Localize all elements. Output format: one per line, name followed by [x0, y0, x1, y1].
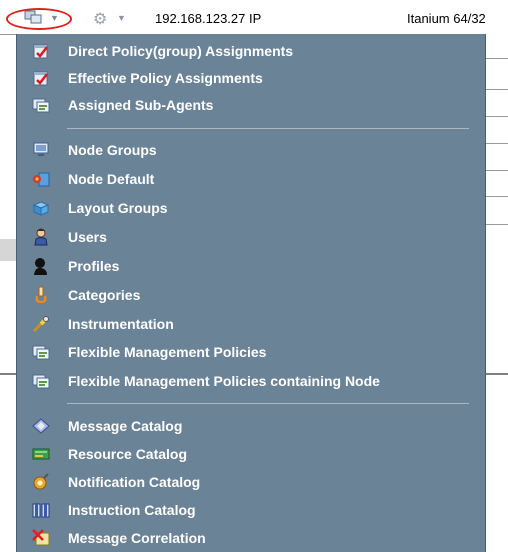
menu-item-label: Message Correlation: [68, 530, 206, 546]
divider: [486, 89, 508, 90]
divider: [0, 373, 16, 375]
menu-item-label: Flexible Management Policies: [68, 344, 267, 360]
menu-item-label: Assigned Sub-Agents: [68, 97, 214, 113]
menu-item-node-groups[interactable]: Node Groups: [17, 137, 485, 163]
menu-item-effective-policy-assignments[interactable]: Effective Policy Assignments: [17, 65, 485, 91]
layout-groups-icon: [32, 201, 50, 216]
menu-item-label: Flexible Management Policies containing …: [68, 373, 380, 389]
menu-item-label: Notification Catalog: [68, 474, 201, 490]
menu-item-profiles[interactable]: Profiles: [17, 253, 485, 279]
node-groups-icon: [33, 142, 49, 158]
divider: [486, 58, 508, 59]
node-ip-text: 192.168.123.27 IP: [155, 11, 262, 26]
flexible-policies-icon: [32, 345, 50, 360]
policy-check-icon: [33, 71, 48, 86]
menu-item-label: Effective Policy Assignments: [68, 70, 263, 86]
divider: [486, 373, 508, 375]
subagent-icon: [32, 98, 50, 113]
menu-item-label: Instruction Catalog: [68, 502, 196, 518]
menu-item-categories[interactable]: Categories: [17, 282, 485, 308]
profiles-icon: [34, 258, 47, 275]
node-icon: [24, 10, 42, 24]
node-default-icon: [33, 172, 50, 187]
menu-item-label: Layout Groups: [68, 200, 168, 216]
notification-catalog-icon: [33, 473, 49, 490]
node-table-row: ▼ ⚙ ▼ 192.168.123.27 IP Itanium 64/32: [0, 0, 508, 34]
flexible-policies-icon: [32, 374, 50, 389]
instruction-catalog-icon: [32, 503, 50, 518]
menu-item-message-catalog[interactable]: Message Catalog: [17, 413, 485, 439]
divider: [486, 116, 508, 117]
menu-item-node-default[interactable]: Node Default: [17, 166, 485, 192]
divider: [486, 196, 508, 197]
background-panel: [0, 239, 16, 261]
menu-item-label: Message Catalog: [68, 418, 183, 434]
instrumentation-icon: [32, 316, 49, 333]
menu-item-label: Instrumentation: [68, 316, 174, 332]
node-os-text: Itanium 64/32: [407, 11, 486, 26]
menu-item-flexible-management-policies[interactable]: Flexible Management Policies: [17, 339, 485, 365]
gear-icon[interactable]: ⚙: [93, 9, 107, 29]
menu-item-instruction-catalog[interactable]: Instruction Catalog: [17, 497, 485, 523]
menu-item-instrumentation[interactable]: Instrumentation: [17, 311, 485, 337]
divider: [486, 143, 508, 144]
policy-check-icon: [33, 44, 48, 59]
message-correlation-icon: [32, 529, 50, 546]
users-icon: [34, 228, 48, 246]
background-panel: [0, 386, 16, 552]
menu-item-layout-groups[interactable]: Layout Groups: [17, 195, 485, 221]
menu-item-notification-catalog[interactable]: Notification Catalog: [17, 469, 485, 495]
divider: [486, 224, 508, 225]
chevron-down-icon[interactable]: ▼: [117, 13, 126, 23]
menu-item-label: Resource Catalog: [68, 446, 188, 462]
divider: [486, 170, 508, 171]
categories-icon: [35, 286, 47, 303]
message-catalog-icon: [32, 418, 50, 434]
menu-item-message-correlation[interactable]: Message Correlation: [17, 525, 485, 551]
menu-item-flexible-management-policies-containing-node[interactable]: Flexible Management Policies containing …: [17, 368, 485, 394]
divider: [0, 34, 16, 35]
menu-item-label: Node Default: [68, 171, 155, 187]
menu-item-assigned-sub-agents[interactable]: Assigned Sub-Agents: [17, 92, 485, 118]
menu-item-label: Node Groups: [68, 142, 157, 158]
menu-item-resource-catalog[interactable]: Resource Catalog: [17, 441, 485, 467]
menu-item-label: Categories: [68, 287, 141, 303]
menu-item-label: Users: [68, 229, 107, 245]
menu-item-direct-policy-assignments[interactable]: Direct Policy(group) Assignments: [17, 38, 485, 64]
menu-item-label: Profiles: [68, 258, 120, 274]
menu-item-label: Direct Policy(group) Assignments: [68, 43, 294, 59]
menu-separator: [67, 128, 469, 129]
chevron-down-icon[interactable]: ▼: [50, 13, 59, 23]
node-context-menu: Direct Policy(group) Assignments Effecti…: [16, 34, 486, 552]
menu-separator: [67, 403, 469, 404]
menu-item-users[interactable]: Users: [17, 224, 485, 250]
resource-catalog-icon: [32, 448, 50, 460]
